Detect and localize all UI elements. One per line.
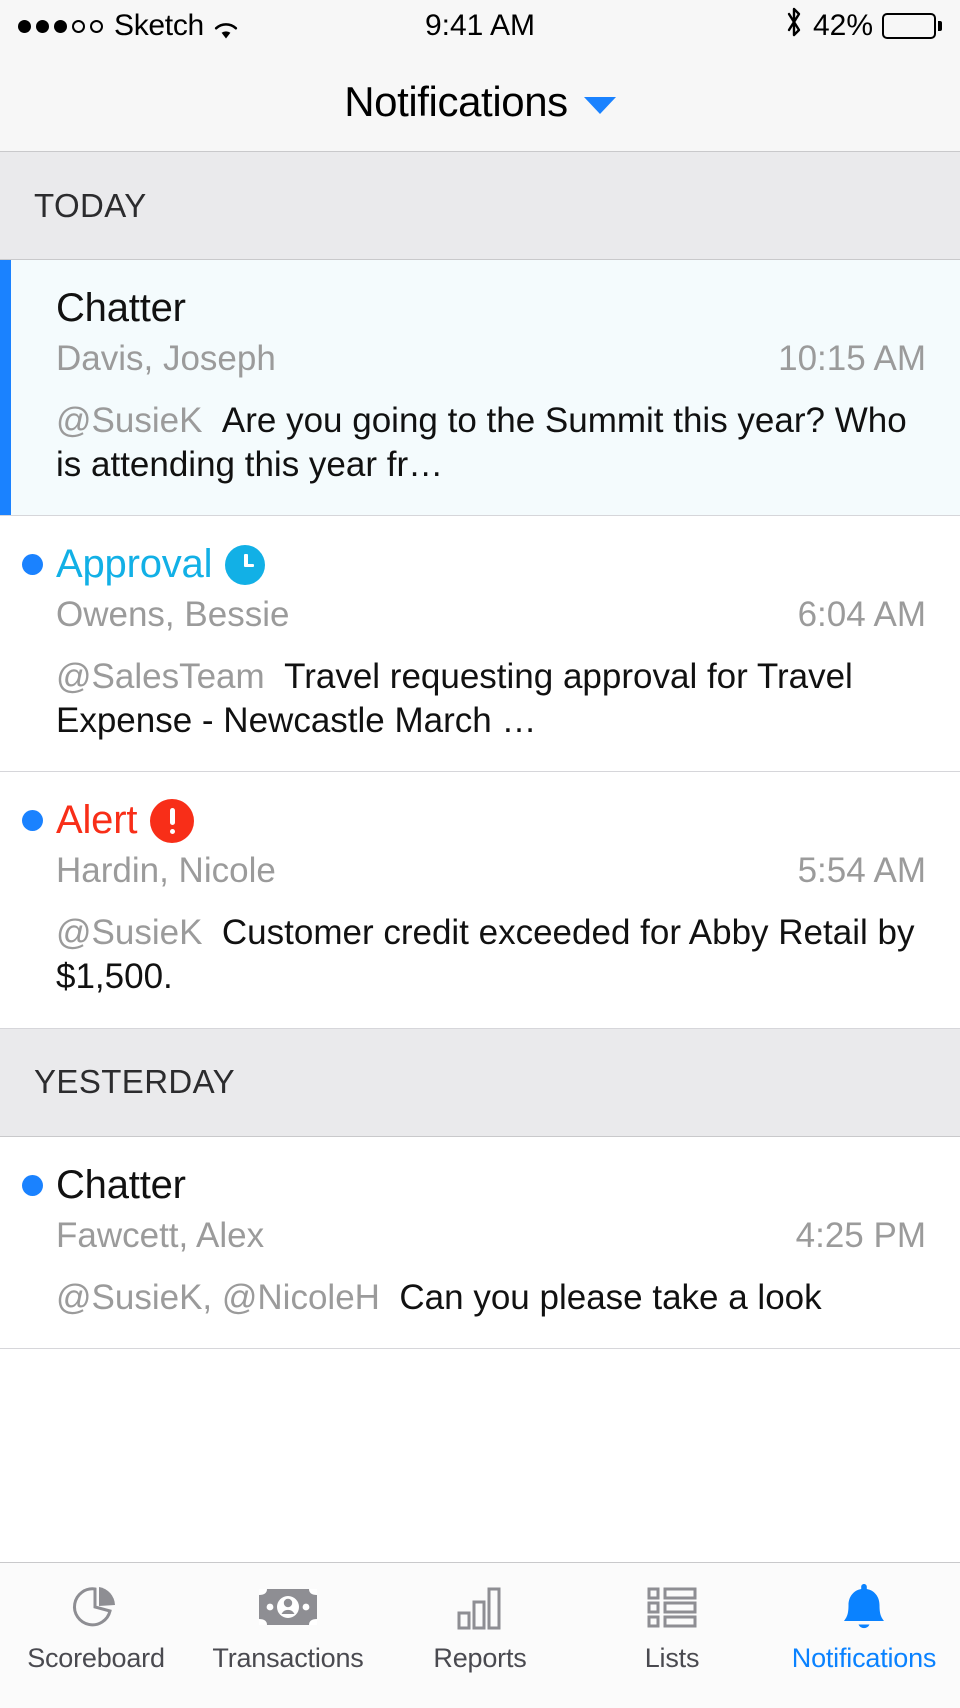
notification-sender: Davis, Joseph xyxy=(56,339,276,378)
notification-meta-row: Owens, Bessie 6:04 AM xyxy=(56,595,926,635)
notification-header-row: Chatter xyxy=(56,286,926,331)
notification-item[interactable]: Alert Hardin, Nicole 5:54 AM @SusieK Custom… xyxy=(0,772,960,1029)
unread-dot-icon xyxy=(22,1174,43,1196)
notification-type-label: Approval xyxy=(56,542,213,587)
notification-time: 6:04 AM xyxy=(797,595,926,635)
notification-time: 4:25 PM xyxy=(795,1215,926,1255)
banknote-icon xyxy=(257,1579,319,1635)
battery-icon xyxy=(882,13,943,39)
notification-header-row: Approval xyxy=(22,542,926,587)
page-title: Notifications xyxy=(344,77,568,125)
notification-item[interactable]: Chatter Davis, Joseph 10:15 AM @SusieK Are … xyxy=(0,260,960,517)
notification-type-label: Chatter xyxy=(56,1162,186,1207)
notification-time: 5:54 AM xyxy=(797,851,926,891)
notification-body: @SusieK Are you going to the Summit this… xyxy=(56,399,926,487)
signal-strength-icon xyxy=(18,19,103,33)
notification-meta-row: Hardin, Nicole 5:54 AM xyxy=(56,851,926,891)
tab-label: Transactions xyxy=(212,1643,364,1673)
tab-label: Notifications xyxy=(791,1643,937,1673)
tab-label: Lists xyxy=(644,1643,700,1673)
unread-dot-icon xyxy=(22,810,43,832)
notification-item[interactable]: Approval Owens, Bessie 6:04 AM @SalesTeam T… xyxy=(0,516,960,773)
nav-bar: Notifications xyxy=(0,52,960,152)
notification-item[interactable]: Chatter Fawcett, Alex 4:25 PM @SusieK, @Nic… xyxy=(0,1136,960,1349)
tab-transactions[interactable]: Transactions xyxy=(192,1563,384,1708)
unread-dot-icon xyxy=(22,554,43,576)
pie-chart-icon xyxy=(68,1579,124,1635)
notification-message: Can you please take a look xyxy=(399,1277,822,1317)
battery-percent-label: 42% xyxy=(812,9,874,42)
tab-label: Scoreboard xyxy=(27,1643,165,1673)
tab-reports[interactable]: Reports xyxy=(384,1563,576,1708)
status-bar-clock: 9:41 AM xyxy=(424,9,536,42)
notification-sender: Owens, Bessie xyxy=(56,595,290,635)
notification-mention: @SalesTeam xyxy=(56,657,265,697)
notification-list[interactable]: TODAY Chatter Davis, Joseph 10:15 AM @SusieK… xyxy=(0,152,960,1562)
notification-header-row: Alert xyxy=(22,798,926,843)
section-header: TODAY xyxy=(0,152,960,260)
wifi-icon xyxy=(212,15,240,39)
notification-sender: Hardin, Nicole xyxy=(56,851,276,891)
notification-type-label: Chatter xyxy=(56,286,186,330)
notification-meta-row: Fawcett, Alex 4:25 PM xyxy=(56,1216,926,1256)
tab-notifications[interactable]: Notifications xyxy=(768,1563,960,1708)
tab-scoreboard[interactable]: Scoreboard xyxy=(0,1563,192,1708)
tab-lists[interactable]: Lists xyxy=(576,1563,768,1708)
notification-meta-row: Davis, Joseph 10:15 AM xyxy=(56,339,926,379)
tab-bar[interactable]: Scoreboard Transactions Reports Lists Notifi… xyxy=(0,1562,960,1708)
notification-body: @SalesTeam Travel requesting approval fo… xyxy=(56,655,926,743)
alert-exclamation-badge-icon xyxy=(150,798,195,843)
bullet-list-icon xyxy=(645,1579,699,1635)
notification-sender: Fawcett, Alex xyxy=(56,1215,265,1255)
notification-type-label: Alert xyxy=(56,798,138,843)
bluetooth-icon xyxy=(784,6,804,46)
notification-body: @SusieK Customer credit exceeded for Abb… xyxy=(56,911,926,999)
clock-badge-icon xyxy=(225,544,266,585)
bar-chart-icon xyxy=(453,1579,507,1635)
notification-mention: @SusieK xyxy=(56,913,203,953)
notification-body: @SusieK, @NicoleH Can you please take a … xyxy=(56,1276,926,1320)
chevron-down-icon[interactable] xyxy=(583,97,616,114)
status-bar-left: Sketch xyxy=(18,9,425,43)
carrier-label: Sketch xyxy=(114,9,204,42)
section-header: YESTERDAY xyxy=(0,1028,960,1137)
phone-screen: Sketch 9:41 AM 42% Notifications TODAY C… xyxy=(0,0,960,1708)
status-bar: Sketch 9:41 AM 42% xyxy=(0,0,960,52)
notification-mention: @SusieK xyxy=(56,401,203,440)
notification-mention: @SusieK, @NicoleH xyxy=(56,1277,380,1317)
bell-icon xyxy=(839,1579,889,1635)
notification-header-row: Chatter xyxy=(22,1162,926,1208)
status-bar-right: 42% xyxy=(535,6,943,46)
tab-label: Reports xyxy=(433,1643,527,1673)
notification-time: 10:15 AM xyxy=(778,339,926,378)
